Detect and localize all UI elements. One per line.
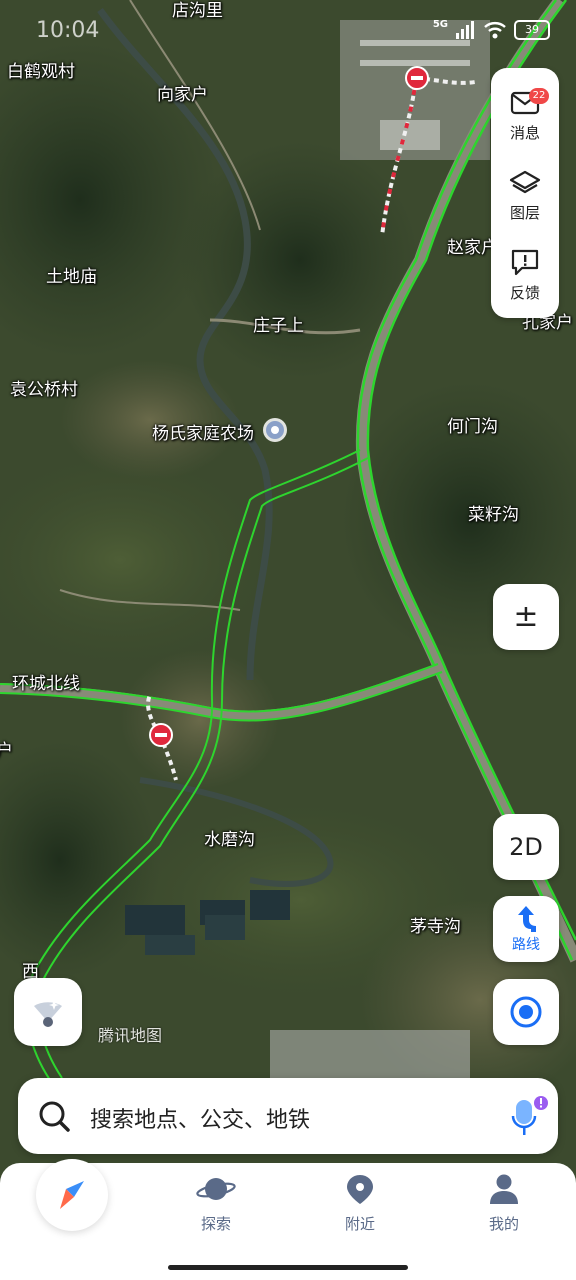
location-target-icon [510, 996, 542, 1028]
compass-sparkle-icon [34, 1000, 62, 1027]
place-label[interactable]: 白鹤观村 [7, 57, 75, 82]
layers-button[interactable]: 图层 [491, 170, 559, 223]
tab-explore-label: 探索 [200, 1215, 231, 1233]
map-watermark: 腾讯地图 [98, 1026, 163, 1045]
poi-marker-icon[interactable] [262, 417, 288, 443]
signal-icon [456, 21, 474, 39]
messages-label: 消息 [509, 124, 540, 142]
tab-mine-label: 我的 [488, 1215, 519, 1233]
locate-button[interactable] [493, 979, 559, 1045]
status-bar: 10:04 5G 39 [0, 0, 576, 56]
zoom-label: ± [513, 599, 539, 634]
planet-icon [196, 1178, 236, 1200]
place-label[interactable]: 茅寺沟 [410, 912, 461, 937]
place-label[interactable]: 何门沟 [447, 412, 498, 437]
status-icons: 5G 39 [432, 18, 550, 40]
route-label: 路线 [512, 937, 540, 953]
place-label[interactable]: 户 [0, 736, 13, 761]
network-type: 5G [432, 18, 448, 30]
road-closure-icon[interactable] [149, 723, 173, 747]
place-label[interactable]: 庄子上 [253, 311, 304, 336]
tab-explore[interactable]: 探索 [176, 1173, 256, 1234]
layers-icon [509, 170, 541, 194]
bottom-tab-bar: 探索 附近 我的 [0, 1159, 576, 1280]
zoom-button[interactable]: ± [493, 584, 559, 650]
user-icon [490, 1174, 518, 1204]
place-label[interactable]: 菜籽沟 [468, 500, 519, 525]
view-mode-label: 2D [509, 833, 543, 861]
place-label[interactable]: 杨氏家庭农场 [152, 419, 254, 444]
place-label[interactable]: 水磨沟 [204, 825, 255, 850]
tab-nearby-label: 附近 [344, 1215, 375, 1233]
place-label[interactable]: 向家户 [157, 80, 208, 105]
search-placeholder: 搜索地点、公交、地铁 [90, 1108, 311, 1133]
route-button[interactable]: 路线 [493, 896, 559, 962]
tab-nearby[interactable]: 附近 [320, 1173, 400, 1234]
road-closure-icon[interactable] [405, 66, 429, 90]
view-mode-button[interactable]: 2D [493, 814, 559, 880]
layers-label: 图层 [509, 204, 540, 222]
compass-logo-icon [60, 1181, 84, 1209]
message-count-badge: 22 [529, 88, 549, 104]
microphone-icon[interactable] [510, 1094, 550, 1138]
road-label[interactable]: 环城北线 [12, 669, 80, 694]
wifi-icon [484, 22, 506, 39]
route-arrow-icon [518, 906, 536, 932]
tab-home[interactable] [36, 1159, 108, 1231]
messages-button[interactable]: 22 消息 [491, 88, 559, 143]
battery-icon: 39 [514, 20, 550, 40]
feedback-button[interactable]: 反馈 [491, 248, 559, 303]
search-bar[interactable]: 搜索地点、公交、地铁 [18, 1078, 558, 1154]
status-time: 10:04 [36, 18, 100, 43]
ar-compass-button[interactable] [14, 978, 82, 1046]
place-label[interactable]: 土地庙 [46, 262, 97, 287]
feedback-icon [511, 249, 539, 276]
home-indicator[interactable] [168, 1265, 408, 1270]
side-tool-panel: 22 消息 图层 反馈 [491, 68, 559, 318]
place-label[interactable]: 袁公桥村 [10, 375, 78, 400]
tab-mine[interactable]: 我的 [464, 1173, 544, 1234]
search-icon [39, 1101, 70, 1132]
location-pin-icon [347, 1175, 373, 1204]
feedback-label: 反馈 [509, 284, 540, 302]
